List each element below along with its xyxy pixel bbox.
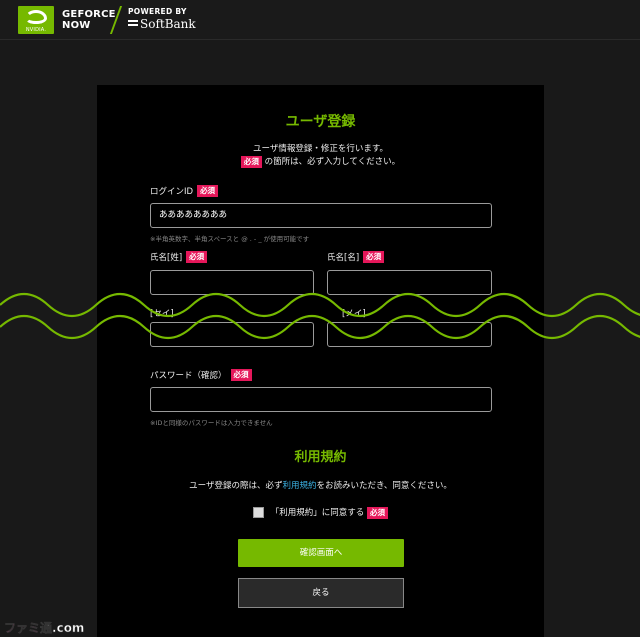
last-name-label: 氏名[姓] 必須 bbox=[150, 251, 208, 263]
login-id-label-text: ログインID bbox=[150, 187, 194, 197]
softbank-mark-icon bbox=[128, 20, 138, 29]
terms-text-after: をお読みいただき、同意ください。 bbox=[316, 481, 452, 491]
required-badge: 必須 bbox=[366, 507, 388, 519]
wave-line-1 bbox=[0, 292, 640, 318]
required-badge: 必須 bbox=[186, 251, 208, 263]
required-badge: 必須 bbox=[363, 251, 385, 263]
geforce-now-logo-line2: NOW bbox=[62, 20, 91, 31]
login-id-input[interactable]: ああああああああ bbox=[150, 203, 492, 228]
confirm-button[interactable]: 確認画面へ bbox=[238, 539, 404, 567]
nvidia-eye-icon bbox=[25, 10, 47, 24]
first-name-label: 氏名[名] 必須 bbox=[327, 251, 385, 263]
softbank-logo: SoftBank bbox=[140, 17, 196, 31]
famitsu-watermark: ファミ通.com bbox=[4, 619, 85, 636]
intro-line-2: 必須 の箇所は、必ず入力してください。 bbox=[97, 155, 544, 168]
login-id-note: ※半角英数字、半角スペースと @ . - _ が使用可能です bbox=[150, 235, 310, 243]
intro-line-1: ユーザ情報登録・修正を行います。 bbox=[253, 144, 388, 154]
wave-line-2 bbox=[0, 314, 640, 340]
watermark-text-b: 通.com bbox=[40, 621, 85, 636]
password-confirm-input[interactable] bbox=[150, 387, 492, 412]
required-badge: 必須 bbox=[230, 369, 252, 381]
intro-line-2-text: の箇所は、必ず入力してください。 bbox=[264, 157, 401, 167]
powered-by-text: POWERED BY bbox=[128, 7, 187, 16]
wave-decoration bbox=[0, 292, 640, 340]
password-confirm-label: パスワード（確認） 必須 bbox=[150, 369, 252, 381]
page-title: ユーザ登録 bbox=[285, 114, 356, 130]
watermark-text-a: ファミ bbox=[4, 621, 41, 636]
terms-agree-label[interactable]: 「利用規約」に同意する bbox=[271, 508, 365, 518]
required-badge: 必須 bbox=[197, 185, 219, 197]
password-confirm-label-text: パスワード（確認） bbox=[150, 371, 227, 381]
back-button[interactable]: 戻る bbox=[238, 578, 404, 608]
first-name-label-text: 氏名[名] bbox=[327, 253, 360, 263]
required-badge: 必須 bbox=[240, 156, 262, 168]
terms-link[interactable]: 利用規約 bbox=[282, 481, 316, 491]
top-header: NVIDIA. GEFORCE NOW POWERED BY SoftBank bbox=[0, 0, 640, 40]
nvidia-wordmark: NVIDIA. bbox=[25, 27, 47, 33]
nvidia-logo[interactable]: NVIDIA. bbox=[18, 6, 54, 34]
terms-text: ユーザ登録の際は、必ず利用規約をお読みいただき、同意ください。 bbox=[97, 479, 544, 491]
terms-text-before: ユーザ登録の際は、必ず bbox=[189, 481, 283, 491]
terms-agree-checkbox[interactable] bbox=[253, 507, 265, 518]
terms-title: 利用規約 bbox=[294, 450, 347, 465]
registration-panel: ユーザ登録 ユーザ情報登録・修正を行います。 必須 の箇所は、必ず入力してくださ… bbox=[97, 85, 544, 637]
geforce-now-logo-line1: GEFORCE bbox=[62, 9, 116, 20]
terms-agree-row: 「利用規約」に同意する 必須 bbox=[97, 506, 544, 519]
last-name-label-text: 氏名[姓] bbox=[150, 253, 183, 263]
password-confirm-note: ※IDと同様のパスワードは入力できません bbox=[150, 419, 273, 427]
login-id-label: ログインID 必須 bbox=[150, 185, 219, 197]
